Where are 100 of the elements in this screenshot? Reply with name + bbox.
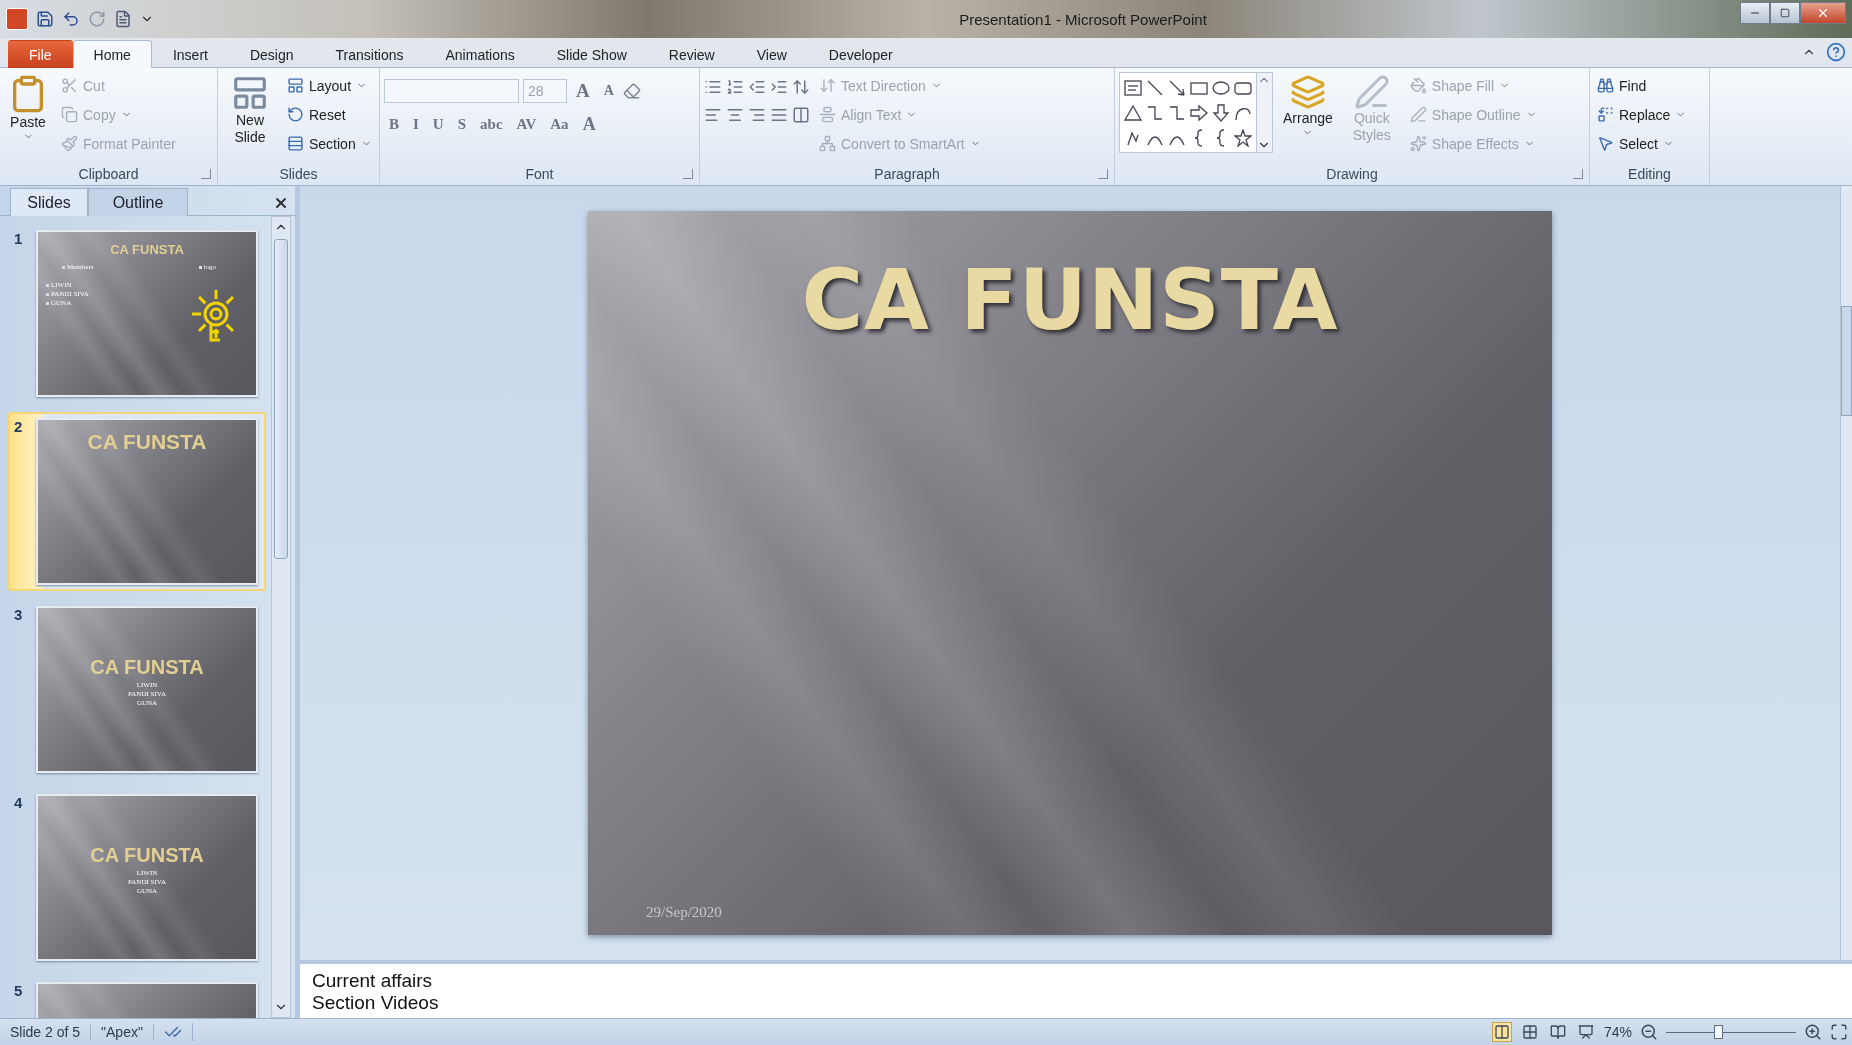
shape-icon[interactable] bbox=[1234, 128, 1252, 147]
font-name-field[interactable] bbox=[384, 79, 519, 103]
format-button[interactable]: B bbox=[384, 114, 404, 135]
group-label: Drawing bbox=[1326, 166, 1378, 182]
notes-text: Section Videos bbox=[312, 992, 440, 1014]
launcher-icon[interactable] bbox=[201, 169, 211, 179]
shape-icon[interactable] bbox=[1168, 78, 1186, 97]
text-direction-icon bbox=[819, 77, 836, 94]
launcher-icon[interactable] bbox=[1573, 169, 1583, 179]
section-icon bbox=[287, 135, 304, 152]
paste-button[interactable]: Paste bbox=[4, 72, 52, 144]
close-button[interactable] bbox=[1800, 2, 1846, 24]
format-button[interactable]: Aa bbox=[545, 114, 574, 135]
align-right-icon bbox=[748, 106, 766, 124]
ribbon-tab[interactable]: View bbox=[735, 40, 808, 68]
format-button[interactable]: AV bbox=[511, 114, 542, 135]
help-icon bbox=[1826, 42, 1846, 62]
shrink-font-button[interactable]: A bbox=[598, 81, 619, 101]
ribbon-tab[interactable]: Animations bbox=[424, 40, 536, 68]
group-label: Slides bbox=[279, 166, 318, 182]
ribbon-button[interactable]: Select bbox=[1594, 130, 1690, 157]
shape-icon[interactable] bbox=[1190, 103, 1208, 122]
ribbon-button[interactable]: Find bbox=[1594, 72, 1690, 99]
group-label: Clipboard bbox=[78, 166, 139, 182]
slide-number: 4 bbox=[14, 794, 24, 813]
close-pane-button[interactable] bbox=[273, 195, 289, 211]
ribbon-tab[interactable]: Review bbox=[647, 40, 736, 68]
shape-icon[interactable] bbox=[1212, 78, 1230, 97]
ribbon-tab[interactable]: Developer bbox=[807, 40, 914, 68]
bucket-icon bbox=[1409, 77, 1427, 94]
format-button[interactable]: I bbox=[408, 114, 424, 135]
ribbon-button[interactable]: Replace bbox=[1594, 101, 1690, 128]
close-icon bbox=[1816, 6, 1830, 20]
pen-icon bbox=[1409, 106, 1427, 123]
bullet-icon bbox=[198, 265, 202, 269]
group-label: Editing bbox=[1628, 166, 1671, 182]
bullet-icon bbox=[46, 301, 49, 305]
indent-icon bbox=[770, 78, 788, 96]
pane-tab[interactable]: Outline bbox=[88, 188, 188, 216]
font-color-button[interactable]: A bbox=[577, 112, 601, 137]
numbering-icon bbox=[726, 78, 744, 96]
scrollbar[interactable] bbox=[1840, 186, 1852, 960]
slide-icon bbox=[231, 74, 269, 112]
align-center-icon bbox=[726, 106, 744, 124]
format-button[interactable]: abc bbox=[475, 114, 508, 135]
book-icon bbox=[1549, 1024, 1566, 1040]
slide-number: 2 bbox=[14, 418, 24, 437]
justify-icon bbox=[770, 106, 788, 124]
slide-date: 29/Sep/2020 bbox=[646, 904, 722, 921]
ribbon-tab[interactable]: Home bbox=[72, 40, 152, 68]
slide-thumbnail-row[interactable]: 5 bbox=[8, 976, 266, 1018]
shape-icon[interactable] bbox=[1146, 103, 1164, 122]
zoom-slider[interactable] bbox=[1666, 1025, 1796, 1039]
minimize-button[interactable] bbox=[1740, 2, 1770, 24]
shape-icon[interactable] bbox=[1124, 103, 1142, 122]
ribbon-tab[interactable]: Slide Show bbox=[535, 40, 648, 68]
grow-font-button[interactable]: A bbox=[571, 78, 595, 104]
smartart-icon bbox=[819, 135, 836, 152]
pane-tab[interactable]: Slides bbox=[10, 188, 88, 216]
restore-button[interactable] bbox=[1770, 2, 1800, 24]
align-left-icon bbox=[704, 106, 722, 124]
ribbon-tab[interactable]: Insert bbox=[151, 40, 229, 68]
file-tab[interactable]: File bbox=[8, 40, 73, 68]
slide-thumbnail-row[interactable]: 2 CA FUNSTA bbox=[8, 412, 266, 591]
notes-pane[interactable]: Current affairs Section Videos bbox=[300, 960, 1852, 1018]
thumbnail-title: CA FUNSTA bbox=[110, 242, 184, 257]
ribbon-button[interactable]: Reset bbox=[284, 101, 375, 128]
ribbon-tab[interactable]: Design bbox=[228, 40, 315, 68]
line-spacing-icon bbox=[792, 78, 810, 96]
normal-view-button[interactable] bbox=[1491, 1022, 1512, 1042]
shape-icon[interactable] bbox=[1212, 103, 1230, 122]
arrange-button[interactable]: Arrange bbox=[1279, 72, 1337, 140]
slider-thumb[interactable] bbox=[1714, 1025, 1723, 1039]
binoculars-icon bbox=[1597, 77, 1614, 94]
window-title: Presentation1 - Microsoft PowerPoint bbox=[958, 10, 1208, 28]
ribbon-tab[interactable]: Transitions bbox=[314, 40, 425, 68]
new-slide-button[interactable]: New Slide bbox=[222, 72, 278, 148]
group-label: Font bbox=[525, 166, 554, 182]
zoom-level[interactable]: 74% bbox=[1603, 1024, 1632, 1040]
ribbon-button[interactable]: Section bbox=[284, 130, 375, 157]
outdent-icon bbox=[748, 78, 766, 96]
reset-icon bbox=[287, 106, 304, 123]
pointer-icon bbox=[1597, 135, 1614, 152]
shape-icon[interactable] bbox=[1146, 78, 1164, 97]
thumbnail-title: CA FUNSTA bbox=[90, 656, 204, 679]
format-button[interactable]: U bbox=[427, 114, 449, 135]
grid-icon bbox=[1521, 1024, 1538, 1040]
slide-number: 1 bbox=[14, 230, 24, 249]
bullet-icon bbox=[46, 292, 49, 296]
screen-icon bbox=[1577, 1024, 1594, 1040]
ribbon-button[interactable]: Layout bbox=[284, 72, 375, 99]
launcher-icon[interactable] bbox=[683, 169, 693, 179]
slide-count: Slide 2 of 5 bbox=[0, 1024, 92, 1040]
format-button[interactable]: S bbox=[452, 114, 472, 135]
eraser-icon bbox=[622, 82, 641, 100]
shape-icon[interactable] bbox=[1168, 103, 1186, 122]
launcher-icon[interactable] bbox=[1098, 169, 1108, 179]
app-icon[interactable] bbox=[6, 8, 28, 30]
columns-icon bbox=[792, 106, 810, 124]
scrollbar[interactable] bbox=[271, 216, 291, 1018]
